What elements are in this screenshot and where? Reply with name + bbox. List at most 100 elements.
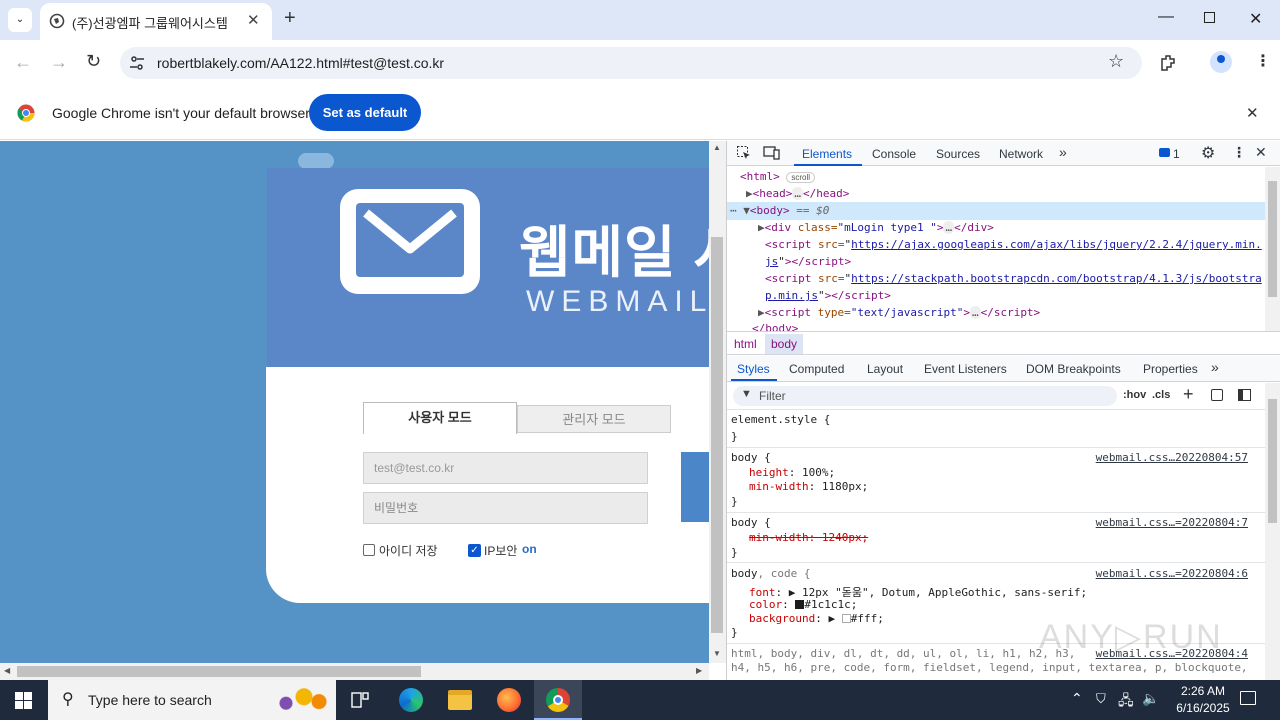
site-info-icon[interactable] [129, 55, 145, 71]
save-id-checkbox[interactable] [363, 544, 375, 556]
clock-date[interactable]: 6/16/2025 [1167, 701, 1239, 715]
tab-sources[interactable]: Sources [936, 147, 980, 161]
breadcrumb-html[interactable]: html [734, 337, 757, 351]
script1-src-tail[interactable]: js [765, 255, 778, 268]
page-vertical-scrollbar[interactable]: ▲ ▼ [709, 141, 726, 663]
infobar-close-icon[interactable]: ✕ [1246, 104, 1259, 122]
more-tabs-icon[interactable]: » [1059, 144, 1067, 160]
dom-line-script1[interactable]: <script src="https://ajax.googleapis.com… [765, 238, 1262, 251]
set-default-button[interactable]: Set as default [309, 94, 421, 131]
scroll-up-arrow-icon[interactable]: ▲ [713, 143, 721, 152]
dom-line-script2-cont[interactable]: p.min.js"></script> [765, 289, 891, 302]
browser-tab[interactable]: (주)선광엠파 그룹웨어시스템 ✕ [40, 3, 272, 40]
tab-elements[interactable]: Elements [802, 147, 852, 161]
rule3-decl3[interactable]: background: ▶ #fff; [749, 612, 884, 625]
device-toolbar-icon[interactable] [763, 145, 781, 161]
taskbar-search-box[interactable]: ⚲ Type here to search [48, 680, 336, 720]
back-icon[interactable]: ← [14, 52, 32, 73]
tab-computed[interactable]: Computed [789, 362, 844, 376]
rule4-selector-line2[interactable]: h4, h5, h6, pre, code, form, fieldset, l… [731, 661, 1248, 674]
scroll-down-arrow-icon[interactable]: ▼ [713, 649, 721, 658]
scroll-left-arrow-icon[interactable]: ◀ [4, 666, 10, 675]
tray-chevron-icon[interactable]: ⌃ [1071, 690, 1083, 707]
color-format-icon[interactable] [1211, 389, 1223, 401]
issues-count[interactable]: 1 [1173, 147, 1180, 161]
script1-src-link[interactable]: https://ajax.googleapis.com/ajax/libs/jq… [851, 238, 1262, 251]
dom-scrollbar[interactable] [1265, 167, 1280, 331]
tab-properties[interactable]: Properties [1143, 362, 1198, 376]
tab-styles[interactable]: Styles [737, 362, 770, 376]
devtools-close-icon[interactable]: ✕ [1255, 144, 1267, 161]
password-field[interactable]: 비밀번호 [363, 492, 648, 524]
rule1-decl2[interactable]: min-width: 1180px; [749, 480, 868, 493]
forward-icon[interactable]: → [50, 52, 68, 73]
rule2-decl1-struck[interactable]: min-width: 1240px; [749, 531, 868, 544]
dom-line-script3[interactable]: ▶<script type="text/javascript">… </scrip… [758, 306, 1040, 319]
breadcrumb-body[interactable]: body [765, 334, 804, 354]
clock-time[interactable]: 2:26 AM [1171, 684, 1235, 698]
hov-toggle[interactable]: :hov [1123, 389, 1146, 401]
rule1-selector[interactable]: body { [731, 451, 771, 464]
tab-event-listeners[interactable]: Event Listeners [924, 362, 1007, 376]
tab-close-icon[interactable]: ✕ [247, 11, 260, 29]
firefox-icon[interactable] [497, 688, 521, 712]
profile-avatar[interactable] [1210, 51, 1232, 73]
tray-network-icon[interactable]: 🖧 [1118, 690, 1134, 714]
new-tab-icon[interactable]: + [284, 7, 296, 30]
scroll-right-arrow-icon[interactable]: ▶ [696, 666, 702, 675]
issues-icon[interactable] [1159, 148, 1170, 157]
rule4-selector-line1[interactable]: html, body, div, dl, dt, dd, ul, ol, li,… [731, 647, 1075, 660]
tray-security-icon[interactable]: ⛉ [1096, 691, 1106, 707]
close-window-icon[interactable]: ✕ [1249, 9, 1262, 29]
sidebar-toggle-icon[interactable] [1238, 389, 1251, 401]
h-scrollbar-thumb[interactable] [17, 666, 421, 677]
new-rule-icon[interactable]: + [1183, 384, 1194, 405]
bookmark-star-icon[interactable]: ☆ [1108, 51, 1124, 72]
script2-src-tail[interactable]: p.min.js [765, 289, 818, 302]
tab-network[interactable]: Network [999, 147, 1043, 161]
rule2-source-link[interactable]: webmail.css…=20220804:7 [1096, 516, 1248, 529]
tab-admin-mode[interactable]: 관리자 모드 [517, 405, 671, 433]
address-bar[interactable]: robertblakely.com/AA122.html#test@test.c… [120, 47, 1142, 79]
dom-line-body[interactable]: ⋯ ▼<body> == $0 [730, 204, 829, 217]
rule3-source-link[interactable]: webmail.css…=20220804:6 [1096, 567, 1248, 580]
extensions-icon[interactable] [1159, 53, 1177, 71]
notification-icon[interactable] [1240, 691, 1256, 705]
tab-dom-breakpoints[interactable]: DOM Breakpoints [1026, 362, 1121, 376]
login-button[interactable] [681, 452, 709, 522]
tab-search-button[interactable]: ⌄ [8, 8, 32, 32]
dom-line-div[interactable]: ▶<div class="mLogin type1 ">… </div> [758, 221, 994, 234]
rule2-selector[interactable]: body { [731, 516, 771, 529]
scrollbar-thumb[interactable] [711, 237, 723, 633]
reload-icon[interactable]: ↻ [86, 51, 101, 72]
url-text[interactable]: robertblakely.com/AA122.html#test@test.c… [157, 55, 444, 71]
edge-icon[interactable] [399, 688, 423, 712]
dom-line-html[interactable]: <html> scroll [740, 170, 816, 183]
dom-line-body-close[interactable]: </body> [752, 322, 798, 331]
tray-volume-icon[interactable]: 🔈 [1142, 690, 1159, 707]
file-explorer-icon[interactable] [448, 690, 472, 710]
color-swatch-white[interactable] [841, 614, 851, 623]
devtools-menu-icon[interactable]: ⋮ [1232, 144, 1246, 161]
tab-layout[interactable]: Layout [867, 362, 903, 376]
element-style-rule[interactable]: element.style { [731, 413, 830, 426]
tab-console[interactable]: Console [872, 147, 916, 161]
email-field[interactable]: test@test.co.kr [363, 452, 648, 484]
rule1-source-link[interactable]: webmail.css…20220804:57 [1096, 451, 1248, 464]
rule3-selector[interactable]: body, code { [731, 567, 810, 580]
filter-input[interactable]: ▼ Filter [733, 386, 1117, 406]
dom-line-script2[interactable]: <script src="https://stackpath.bootstrap… [765, 272, 1262, 285]
minimize-icon[interactable]: — [1158, 8, 1174, 26]
tab-user-mode[interactable]: 사용자 모드 [363, 402, 517, 434]
rule1-decl1[interactable]: height: 100%; [749, 466, 835, 479]
windows-start-icon[interactable] [15, 692, 32, 709]
script2-src-link[interactable]: https://stackpath.bootstrapcdn.com/boots… [851, 272, 1262, 285]
more-style-tabs-icon[interactable]: » [1211, 359, 1219, 375]
styles-scrollbar[interactable] [1265, 383, 1280, 680]
chrome-taskbar-button[interactable] [534, 680, 582, 720]
dom-line-head[interactable]: ▶<head>… </head> [746, 187, 849, 200]
dom-line-script1-cont[interactable]: js"></script> [765, 255, 851, 268]
ip-security-checkbox[interactable]: ✓ [468, 544, 481, 557]
cls-toggle[interactable]: .cls [1152, 389, 1170, 401]
restore-icon[interactable] [1204, 12, 1215, 23]
